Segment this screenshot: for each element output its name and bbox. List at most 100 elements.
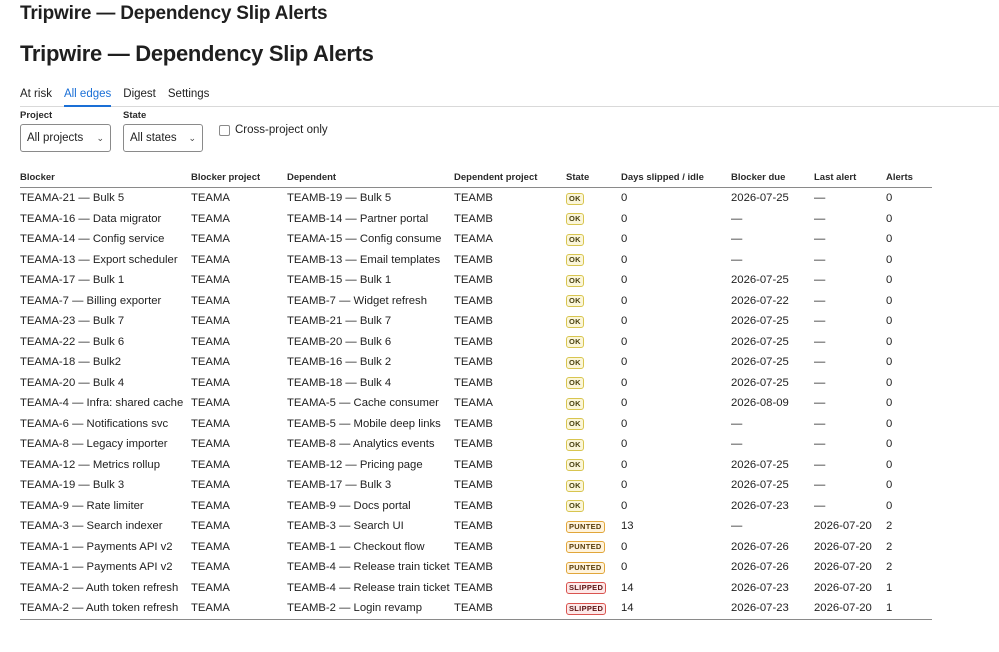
column-header-blocker-due[interactable]: Blocker due [731, 168, 814, 188]
cell-blocker: TEAMA-2 — Auth token refresh [20, 598, 191, 620]
cell-alerts: 0 [886, 479, 893, 492]
cell-blocker-project: TEAMA [191, 233, 230, 246]
project-select[interactable]: All projects ⌄ [20, 124, 111, 152]
tab-all-edges[interactable]: All edges [63, 86, 112, 107]
table-row[interactable]: TEAMA-2 — Auth token refresh TEAMA TEAMB-2… [20, 598, 932, 620]
status-badge: PUNTED [566, 541, 605, 554]
cell-state: OK [566, 414, 621, 435]
column-header-dependent-project[interactable]: Dependent project [454, 168, 566, 188]
cell-dependent-project: TEAMB [454, 335, 493, 348]
cell-blocker-project: TEAMA [191, 540, 230, 553]
column-header-state[interactable]: State [566, 168, 621, 188]
cell-dependent: TEAMA-15 — Config consume [287, 233, 442, 246]
table-row[interactable]: TEAMA-6 — Notifications svc TEAMA TEAMB-5 … [20, 414, 932, 435]
cell-days-slipped: 13 [621, 520, 634, 533]
table-header-row: Blocker Blocker project Dependent Depend… [20, 168, 932, 188]
cell-days-slipped: 0 [621, 274, 628, 287]
cell-alerts: 1 [886, 581, 893, 594]
cell-days-slipped: 14 [621, 581, 634, 594]
state-select[interactable]: All states ⌄ [123, 124, 203, 152]
table-row[interactable]: TEAMA-1 — Payments API v2 TEAMA TEAMB-1 — … [20, 537, 932, 558]
cell-state: OK [566, 352, 621, 373]
cell-blocker: TEAMA-1 — Payments API v2 [20, 540, 173, 553]
cell-blocker-due: 2026-07-25 [731, 376, 789, 389]
table-row[interactable]: TEAMA-17 — Bulk 1 TEAMA TEAMB-15 — Bulk 1 T… [20, 270, 932, 291]
table-row[interactable]: TEAMA-3 — Search indexer TEAMA TEAMB-3 — S… [20, 516, 932, 537]
cell-dependent: TEAMB-9 — Docs portal [287, 499, 411, 512]
table-row[interactable]: TEAMA-21 — Bulk 5 TEAMA TEAMB-19 — Bulk 5 T… [20, 188, 932, 209]
tab-at-risk[interactable]: At risk [20, 86, 52, 106]
cell-dependent-project: TEAMA [454, 233, 493, 246]
cell-dependent-project: TEAMB [454, 458, 493, 471]
status-badge: OK [566, 377, 584, 390]
cell-blocker-due: 2026-07-25 [731, 335, 789, 348]
table-row[interactable]: TEAMA-14 — Config service TEAMA TEAMA-15 —… [20, 229, 932, 250]
cell-blocker-due: 2026-07-25 [731, 458, 789, 471]
project-filter-label: Project [20, 110, 53, 121]
column-header-last-alert[interactable]: Last alert [814, 168, 886, 188]
cell-blocker-due: 2026-07-26 [731, 540, 789, 553]
cell-blocker-due: 2026-07-25 [731, 479, 789, 492]
column-header-days-slipped[interactable]: Days slipped / idle [621, 168, 731, 188]
table-row[interactable]: TEAMA-2 — Auth token refresh TEAMA TEAMB-4… [20, 578, 932, 599]
cell-last-alert: 2026-07-20 [814, 598, 886, 620]
cross-project-checkbox[interactable] [219, 125, 230, 136]
column-header-blocker[interactable]: Blocker [20, 168, 191, 188]
tab-settings[interactable]: Settings [168, 86, 210, 106]
column-header-dependent[interactable]: Dependent [287, 168, 454, 188]
cell-dependent-project: TEAMB [454, 315, 493, 328]
cell-dependent-project: TEAMB [454, 499, 493, 512]
status-badge: OK [566, 213, 584, 226]
cell-blocker-project: TEAMA [191, 479, 230, 492]
chevron-down-icon: ⌄ [188, 132, 196, 143]
cell-state: OK [566, 291, 621, 312]
table-row[interactable]: TEAMA-7 — Billing exporter TEAMA TEAMB-7 —… [20, 291, 932, 312]
cross-project-label[interactable]: Cross-project only [235, 124, 328, 136]
tab-bar: At risk All edges Digest Settings [20, 86, 999, 107]
cell-dependent-project: TEAMB [454, 376, 493, 389]
cell-blocker-due: 2026-07-23 [731, 581, 789, 594]
cell-blocker: TEAMA-13 — Export scheduler [20, 253, 178, 266]
table-row[interactable]: TEAMA-13 — Export scheduler TEAMA TEAMB-13… [20, 250, 932, 271]
state-filter-label: State [123, 110, 147, 121]
status-badge: OK [566, 274, 584, 287]
table-row[interactable]: TEAMA-8 — Legacy importer TEAMA TEAMB-8 — … [20, 434, 932, 455]
column-header-blocker-project[interactable]: Blocker project [191, 168, 287, 188]
cell-state: SLIPPED [566, 598, 621, 620]
table-row[interactable]: TEAMA-4 — Infra: shared cache TEAMA TEAMA-… [20, 393, 932, 414]
cell-dependent-project: TEAMA [454, 397, 493, 410]
cell-blocker: TEAMA-8 — Legacy importer [20, 438, 168, 451]
table-row[interactable]: TEAMA-16 — Data migrator TEAMA TEAMB-14 — … [20, 209, 932, 230]
cell-state: OK [566, 332, 621, 353]
cell-blocker: TEAMA-21 — Bulk 5 [20, 192, 125, 205]
tab-digest[interactable]: Digest [123, 86, 156, 106]
column-header-alerts[interactable]: Alerts [886, 168, 932, 188]
cell-state: OK [566, 373, 621, 394]
cell-blocker-due: 2026-07-25 [731, 274, 789, 287]
cell-last-alert: — [814, 233, 826, 246]
cell-alerts: 2 [886, 561, 893, 574]
table-row[interactable]: TEAMA-19 — Bulk 3 TEAMA TEAMB-17 — Bulk 3 T… [20, 475, 932, 496]
cell-state: OK [566, 455, 621, 476]
cell-dependent-project: TEAMB [454, 581, 493, 594]
status-badge: OK [566, 356, 584, 369]
status-badge: OK [566, 418, 584, 431]
table-row[interactable]: TEAMA-20 — Bulk 4 TEAMA TEAMB-18 — Bulk 4 T… [20, 373, 932, 394]
cell-days-slipped: 0 [621, 192, 628, 205]
cell-blocker: TEAMA-4 — Infra: shared cache [20, 397, 184, 410]
cell-state: OK [566, 188, 621, 209]
table-row[interactable]: TEAMA-22 — Bulk 6 TEAMA TEAMB-20 — Bulk 6 T… [20, 332, 932, 353]
table-row[interactable]: TEAMA-9 — Rate limiter TEAMA TEAMB-9 — Doc… [20, 496, 932, 517]
cell-days-slipped: 0 [621, 438, 628, 451]
page-title: Tripwire — Dependency Slip Alerts [20, 41, 374, 66]
cell-last-alert: — [814, 274, 826, 287]
table-row[interactable]: TEAMA-12 — Metrics rollup TEAMA TEAMB-12 —… [20, 455, 932, 476]
table-row[interactable]: TEAMA-1 — Payments API v2 TEAMA TEAMB-4 — … [20, 557, 932, 578]
cell-blocker: TEAMA-16 — Data migrator [20, 212, 162, 225]
cell-last-alert: — [814, 356, 826, 369]
table-row[interactable]: TEAMA-23 — Bulk 7 TEAMA TEAMB-21 — Bulk 7 T… [20, 311, 932, 332]
status-badge: OK [566, 459, 584, 472]
cell-dependent: TEAMB-1 — Checkout flow [287, 540, 425, 553]
table-row[interactable]: TEAMA-18 — Bulk2 TEAMA TEAMB-16 — Bulk 2 TE… [20, 352, 932, 373]
cell-blocker: TEAMA-7 — Billing exporter [20, 294, 162, 307]
